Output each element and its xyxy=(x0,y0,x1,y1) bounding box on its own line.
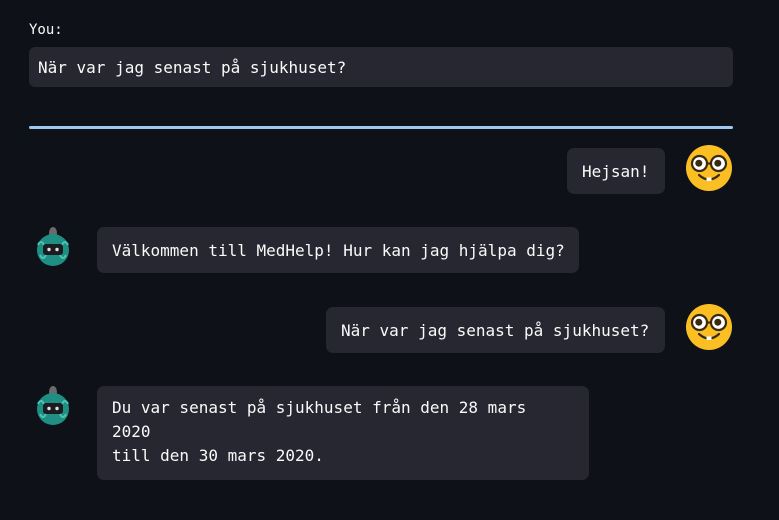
message-text: Hejsan! xyxy=(582,161,650,181)
message-text: Välkommen till MedHelp! Hur kan jag hjäl… xyxy=(112,240,565,260)
robot-icon xyxy=(37,227,69,266)
user-message: När var jag senast på sjukhuset? xyxy=(326,307,665,353)
bot-message: Välkommen till MedHelp! Hur kan jag hjäl… xyxy=(97,227,579,273)
bot-message: Du var senast på sjukhuset från den 28 m… xyxy=(97,386,589,480)
message-text-line: till den 30 mars 2020. xyxy=(112,446,324,465)
user-message: Hejsan! xyxy=(567,148,665,194)
nerd-face-icon xyxy=(686,304,732,350)
chat-input[interactable]: När var jag senast på sjukhuset? xyxy=(29,47,733,87)
message-text: När var jag senast på sjukhuset? xyxy=(341,320,650,340)
divider xyxy=(29,126,733,129)
message-text-line: Du var senast på sjukhuset från den 28 m… xyxy=(112,398,527,441)
nerd-face-icon xyxy=(686,145,732,191)
input-label: You: xyxy=(29,22,63,38)
robot-icon xyxy=(37,386,69,425)
chat-input-value: När var jag senast på sjukhuset? xyxy=(38,57,347,77)
